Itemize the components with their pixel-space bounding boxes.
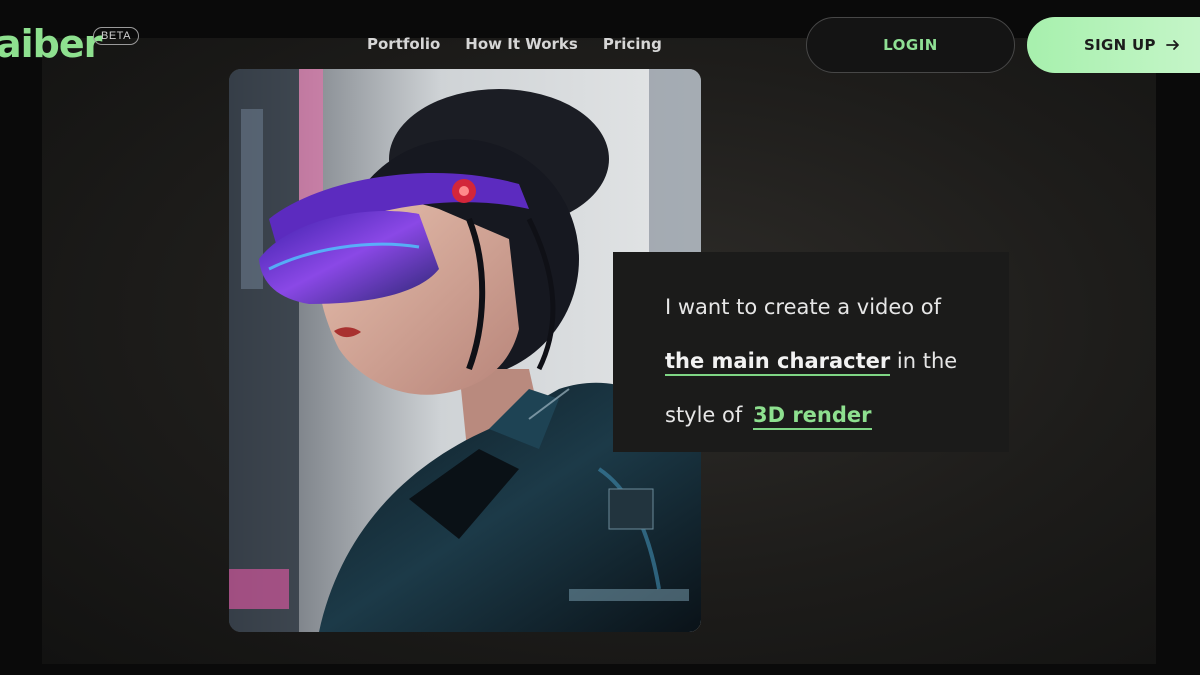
brand-logo[interactable]: aiber — [0, 18, 102, 70]
prompt-card: I want to create a video of the main cha… — [613, 252, 1009, 452]
beta-badge: BETA — [93, 27, 139, 45]
arrow-right-icon — [1165, 40, 1179, 50]
signup-button-label: SIGN UP — [1084, 36, 1156, 54]
prompt-line-2: the main character in the — [665, 334, 1009, 388]
prompt-line-3: style of 3D render — [665, 388, 1009, 442]
prompt-subject-highlight[interactable]: the main character — [665, 349, 891, 376]
prompt-style-highlight[interactable]: 3D render — [752, 403, 872, 430]
nav-link-portfolio[interactable]: Portfolio — [367, 35, 440, 53]
main-nav: Portfolio How It Works Pricing — [367, 35, 662, 53]
prompt-line-1: I want to create a video of — [665, 280, 1009, 334]
login-button-label: LOGIN — [883, 36, 938, 54]
signup-button[interactable]: SIGN UP — [1027, 17, 1200, 73]
login-button[interactable]: LOGIN — [806, 17, 1015, 73]
nav-link-pricing[interactable]: Pricing — [603, 35, 662, 53]
prompt-text-style-of: style of — [665, 403, 743, 427]
prompt-text-in-the: in the — [890, 349, 958, 373]
prompt-text-intro: I want to create a video of — [665, 295, 942, 319]
nav-link-how-it-works[interactable]: How It Works — [465, 35, 578, 53]
